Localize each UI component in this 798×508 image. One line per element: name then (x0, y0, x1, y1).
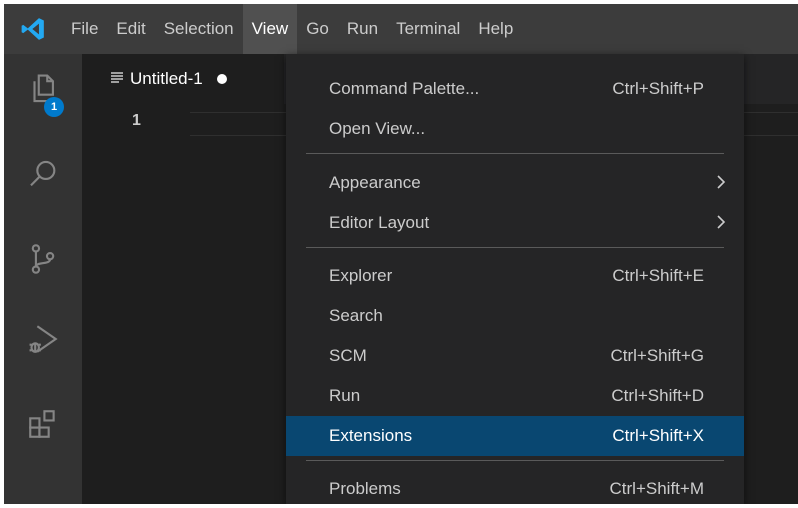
menu-item-shortcut: Ctrl+Shift+P (612, 79, 704, 98)
menu-selection[interactable]: Selection (155, 4, 243, 54)
search-icon[interactable] (4, 144, 82, 204)
chevron-right-icon (716, 174, 726, 195)
menu-view[interactable]: View (242, 4, 298, 54)
menu-item-label: Problems (329, 479, 401, 498)
menu-item-label: Command Palette... (329, 79, 480, 98)
run-debug-icon[interactable] (4, 309, 82, 369)
menu-item-command-palette[interactable]: Command Palette... Ctrl+Shift+P (286, 69, 744, 109)
vscode-window: File Edit Selection View Go Run Terminal… (4, 4, 798, 504)
menu-item-scm[interactable]: SCM Ctrl+Shift+G (286, 336, 744, 376)
menu-separator (306, 460, 724, 461)
line-number: 1 (132, 112, 141, 129)
menu-run[interactable]: Run (338, 4, 387, 54)
menu-go[interactable]: Go (297, 4, 338, 54)
menu-bar: File Edit Selection View Go Run Terminal… (4, 4, 798, 54)
menu-file[interactable]: File (62, 4, 107, 54)
menu-item-appearance[interactable]: Appearance (286, 163, 744, 203)
menu-item-label: Run (329, 386, 361, 405)
menu-item-label: SCM (329, 346, 367, 365)
menu-item-shortcut: Ctrl+Shift+D (611, 386, 704, 405)
source-control-icon[interactable] (4, 229, 82, 289)
menu-item-editor-layout[interactable]: Editor Layout (286, 203, 744, 243)
menu-item-label: Extensions (329, 426, 413, 445)
menu-item-shortcut: Ctrl+Shift+G (610, 346, 704, 365)
menu-item-run[interactable]: Run Ctrl+Shift+D (286, 376, 744, 416)
menu-edit[interactable]: Edit (107, 4, 154, 54)
menu-item-shortcut: Ctrl+Shift+E (612, 266, 704, 285)
unsaved-dot-icon[interactable] (216, 74, 227, 84)
menu-item-extensions[interactable]: Extensions Ctrl+Shift+X (286, 416, 744, 456)
menu-item-label: Appearance (329, 173, 421, 192)
menu-item-problems[interactable]: Problems Ctrl+Shift+M (286, 469, 744, 504)
menu-item-label: Editor Layout (329, 213, 430, 232)
tab-label: Untitled-1 (130, 69, 203, 88)
explorer-icon[interactable]: 1 (4, 59, 82, 119)
activity-bar: 1 (4, 54, 82, 504)
tab-untitled-1[interactable]: Untitled-1 (82, 54, 284, 104)
menu-item-shortcut: Ctrl+Shift+X (612, 426, 704, 445)
vscode-logo-icon (4, 4, 62, 54)
menu-item-search[interactable]: Search (286, 296, 744, 336)
menu-item-label: Explorer (329, 266, 393, 285)
menu-separator (306, 247, 724, 248)
menu-separator (306, 153, 724, 154)
chevron-right-icon (716, 214, 726, 235)
explorer-badge: 1 (44, 97, 64, 117)
view-menu-dropdown: Command Palette... Ctrl+Shift+P Open Vie… (286, 54, 744, 504)
menu-terminal[interactable]: Terminal (387, 4, 469, 54)
file-lines-icon (110, 69, 124, 89)
menu-help[interactable]: Help (469, 4, 522, 54)
menu-item-label: Search (329, 306, 383, 325)
menu-item-explorer[interactable]: Explorer Ctrl+Shift+E (286, 256, 744, 296)
menu-item-label: Open View... (329, 119, 426, 138)
extensions-icon[interactable] (4, 394, 82, 454)
menu-item-open-view[interactable]: Open View... (286, 109, 744, 149)
menu-item-shortcut: Ctrl+Shift+M (609, 479, 704, 498)
